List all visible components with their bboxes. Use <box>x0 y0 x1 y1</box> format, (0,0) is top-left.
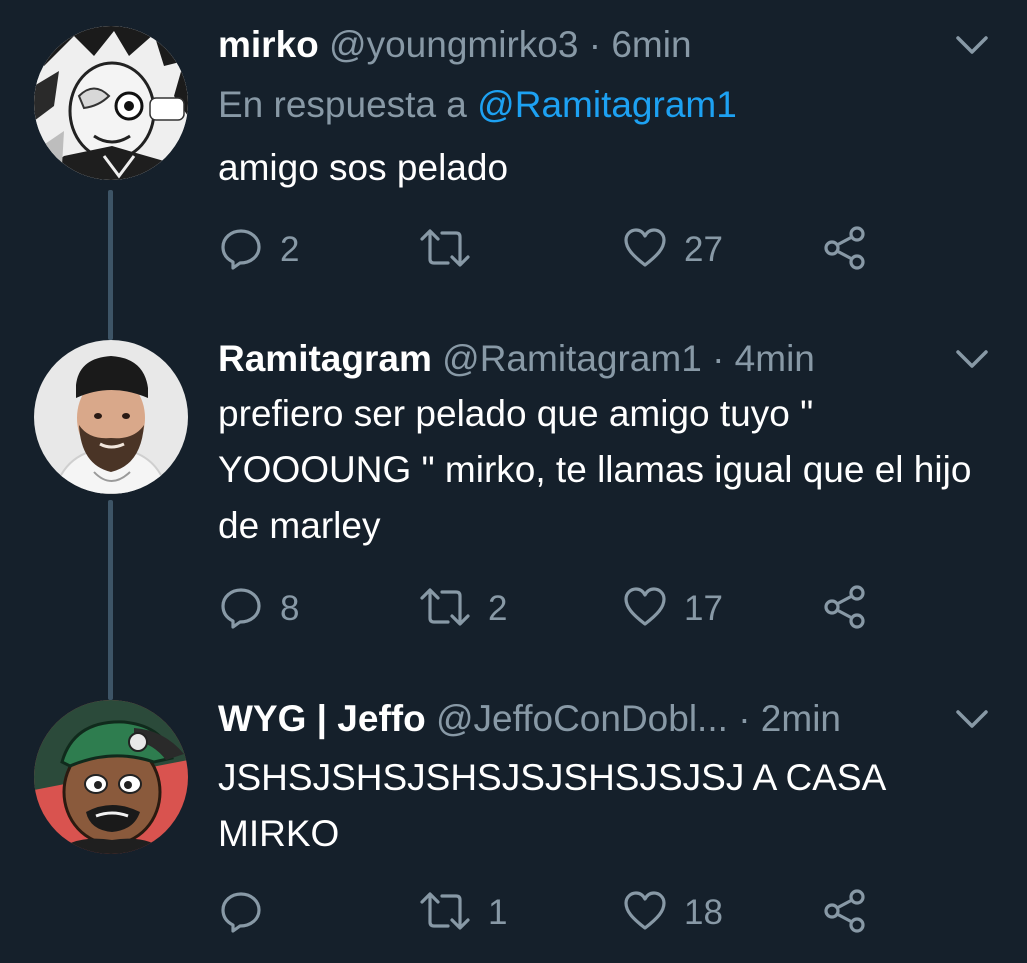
chevron-down-icon[interactable] <box>952 30 992 60</box>
reply-count: 2 <box>280 230 300 269</box>
heart-icon <box>622 888 668 939</box>
tweet-text: JSHSJSHSJSHSJSJSHSJSJSJ A CASA MIRKO <box>218 757 895 854</box>
reply-button[interactable]: 8 <box>218 584 299 634</box>
display-name[interactable]: mirko <box>218 24 319 65</box>
retweet-button[interactable]: 1 <box>418 888 507 938</box>
retweet-count: 1 <box>488 893 508 932</box>
retweet-icon <box>418 225 472 276</box>
user-handle[interactable]: @Ramitagram1 <box>442 338 702 379</box>
share-icon <box>822 888 868 939</box>
share-button[interactable] <box>822 225 868 275</box>
reply-count: 8 <box>280 589 300 628</box>
like-button[interactable]: 27 <box>622 225 723 275</box>
timestamp[interactable]: 2min <box>761 698 841 739</box>
tweet-text: amigo sos pelado <box>218 147 509 188</box>
retweet-icon <box>418 584 472 635</box>
share-icon <box>822 225 868 276</box>
tweet-header: WYG | Jeffo @JeffoConDobl... · 2min <box>218 694 1027 744</box>
heart-icon <box>622 584 668 635</box>
separator-dot: · <box>738 698 751 739</box>
share-button[interactable] <box>822 584 868 634</box>
user-handle[interactable]: @JeffoConDobl... <box>436 698 728 739</box>
tweet-header: mirko @youngmirko3 · 6min <box>218 20 1027 70</box>
retweet-icon <box>418 888 472 939</box>
tweet-header: Ramitagram @Ramitagram1 · 4min <box>218 334 1027 384</box>
tweet-actions: 8 2 17 <box>218 584 918 634</box>
reply-context: En respuesta a @Ramitagram1 <box>218 80 737 130</box>
reply-button[interactable]: 2 <box>218 225 299 275</box>
tweet[interactable]: Ramitagram @Ramitagram1 · 4min prefiero … <box>0 320 1027 660</box>
like-count: 17 <box>684 589 723 628</box>
share-icon <box>822 584 868 635</box>
like-button[interactable]: 18 <box>622 888 723 938</box>
like-count: 27 <box>684 230 723 269</box>
reply-icon <box>218 584 264 635</box>
timestamp[interactable]: 6min <box>611 24 691 65</box>
reply-prefix: En respuesta a <box>218 84 467 125</box>
bearded-man-avatar-icon <box>34 340 188 494</box>
tweet-text: prefiero ser pelado que amigo tuyo " YOO… <box>218 393 982 546</box>
like-button[interactable]: 17 <box>622 584 723 634</box>
tweet[interactable]: WYG | Jeffo @JeffoConDobl... · 2min JSHS… <box>0 680 1027 963</box>
tweet-actions: 1 18 <box>218 888 918 938</box>
display-name[interactable]: Ramitagram <box>218 338 432 379</box>
timestamp[interactable]: 4min <box>735 338 815 379</box>
cartoon-man-cap-avatar-icon <box>34 700 188 854</box>
heart-icon <box>622 225 668 276</box>
share-button[interactable] <box>822 888 868 938</box>
retweet-button[interactable] <box>418 225 488 275</box>
retweet-count: 2 <box>488 589 508 628</box>
avatar[interactable] <box>34 26 188 180</box>
avatar[interactable] <box>34 340 188 494</box>
retweet-button[interactable]: 2 <box>418 584 507 634</box>
like-count: 18 <box>684 893 723 932</box>
reply-button[interactable] <box>218 888 280 938</box>
reply-icon <box>218 888 264 939</box>
tweet-actions: 2 27 <box>218 225 918 275</box>
chevron-down-icon[interactable] <box>952 704 992 734</box>
manga-character-avatar-icon <box>34 26 188 180</box>
tweet-thread: mirko @youngmirko3 · 6min En respuesta a… <box>0 0 1027 963</box>
separator-dot: · <box>712 338 725 379</box>
display-name[interactable]: WYG | Jeffo <box>218 698 426 739</box>
reply-icon <box>218 225 264 276</box>
avatar[interactable] <box>34 700 188 854</box>
chevron-down-icon[interactable] <box>952 344 992 374</box>
reply-mention-link[interactable]: @Ramitagram1 <box>477 84 737 125</box>
separator-dot: · <box>588 24 602 65</box>
user-handle[interactable]: @youngmirko3 <box>329 24 578 65</box>
tweet[interactable]: mirko @youngmirko3 · 6min En respuesta a… <box>0 0 1027 300</box>
